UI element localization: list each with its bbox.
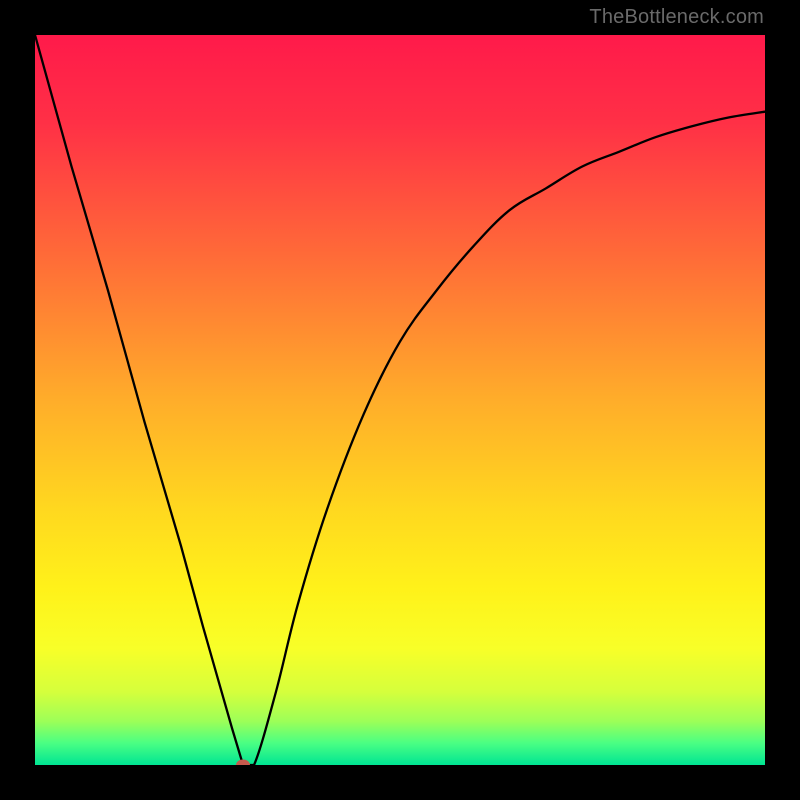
chart-container: TheBottleneck.com [0,0,800,800]
watermark-text: TheBottleneck.com [589,6,764,29]
chart-curve [35,35,765,765]
plot-area [35,35,765,765]
bottleneck-marker-icon [236,760,250,766]
